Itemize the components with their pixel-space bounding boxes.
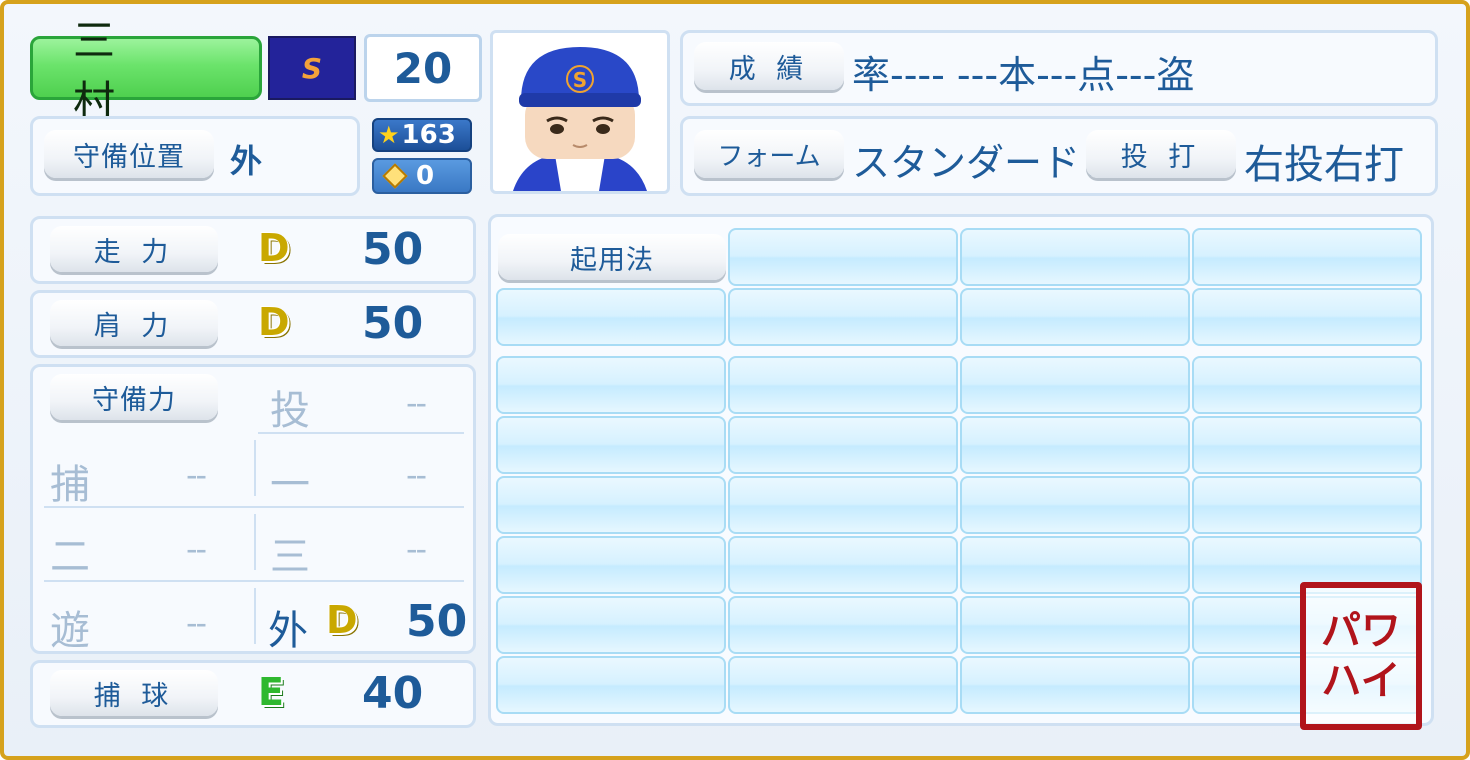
special-ability-slot — [728, 596, 958, 654]
special-ability-slot — [496, 536, 726, 594]
star-rating-value: 163 — [401, 120, 456, 150]
special-ability-slot — [496, 288, 726, 346]
special-ability-slot — [496, 656, 726, 714]
diamond-value: 0 — [416, 161, 435, 191]
special-ability-slot — [960, 656, 1190, 714]
special-ability-slot — [960, 416, 1190, 474]
stamp-line-2: ハイ — [1321, 658, 1401, 704]
svg-text:S: S — [573, 68, 587, 92]
team-logo: S — [268, 36, 356, 100]
position-value: 外 — [230, 142, 263, 180]
defense-val-first: -- — [406, 456, 427, 494]
defense-divider-vertical — [254, 440, 256, 496]
diamond-badge: 0 — [372, 158, 472, 194]
defense-divider-vertical — [254, 588, 256, 644]
special-ability-slot — [496, 356, 726, 414]
usage-label: 起用法 — [498, 234, 726, 280]
position-label: 守備位置 — [44, 130, 214, 178]
defense-pos-catcher: 捕 — [50, 462, 90, 508]
run-grade: D — [258, 226, 290, 270]
diamond-icon — [382, 163, 408, 189]
special-ability-slot — [728, 356, 958, 414]
defense-label: 守備力 — [50, 374, 218, 420]
defense-divider-vertical — [254, 514, 256, 570]
special-ability-slot — [496, 476, 726, 534]
catch-value: 40 — [362, 668, 424, 719]
player-name: 三 村 — [30, 16, 262, 126]
team-logo-letter: S — [301, 51, 323, 85]
arm-grade: D — [258, 300, 290, 344]
special-ability-slot — [496, 416, 726, 474]
stats-label: 成 績 — [694, 42, 844, 90]
catch-label: 捕 球 — [50, 670, 218, 716]
special-ability-slot — [960, 476, 1190, 534]
defense-val-second: -- — [186, 530, 207, 568]
form-label: フォーム — [694, 130, 844, 178]
throw-bat-value: 右投右打 — [1244, 142, 1404, 188]
stats-value: 率---- ---本---点---盗 — [852, 53, 1195, 97]
player-avatar-icon: S — [513, 47, 647, 191]
defense-grade-outfield: D — [326, 598, 358, 642]
special-ability-slot — [1192, 228, 1422, 286]
defense-val-catcher: -- — [186, 456, 207, 494]
special-ability-slot — [960, 356, 1190, 414]
run-label: 走 力 — [50, 226, 218, 272]
arm-value: 50 — [362, 298, 424, 349]
defense-pos-outfield: 外 — [268, 608, 308, 654]
defense-pos-short: 遊 — [50, 608, 90, 654]
special-ability-slot — [728, 416, 958, 474]
special-ability-slot — [728, 476, 958, 534]
special-ability-slot — [960, 228, 1190, 286]
star-rating-badge: ★ 163 — [372, 118, 472, 152]
defense-val-pitcher: -- — [406, 384, 427, 422]
defense-divider — [44, 506, 464, 508]
defense-pos-third: 三 — [270, 534, 310, 580]
special-ability-slot — [960, 288, 1190, 346]
special-ability-slot — [1192, 288, 1422, 346]
stamp-line-1: パワ — [1321, 608, 1401, 654]
special-ability-slot — [960, 536, 1190, 594]
special-ability-slot — [728, 288, 958, 346]
defense-divider — [44, 580, 464, 582]
arm-label: 肩 力 — [50, 300, 218, 346]
defense-pos-second: 二 — [50, 534, 90, 580]
defense-divider — [258, 432, 464, 434]
defense-val-short: -- — [186, 604, 207, 642]
special-ability-slot — [728, 228, 958, 286]
special-ability-slot — [1192, 356, 1422, 414]
special-ability-slot — [1192, 416, 1422, 474]
special-ability-slot — [1192, 476, 1422, 534]
run-value: 50 — [362, 224, 424, 275]
defense-pos-first: 一 — [270, 462, 310, 508]
special-ability-slot — [728, 536, 958, 594]
catch-grade: E — [258, 670, 284, 714]
player-portrait: S — [490, 30, 670, 194]
throw-bat-label: 投 打 — [1086, 130, 1236, 178]
defense-pos-pitcher: 投 — [270, 388, 310, 434]
special-ability-slot — [728, 656, 958, 714]
special-ability-slot — [960, 596, 1190, 654]
pawahai-stamp: パワ ハイ — [1300, 582, 1422, 730]
defense-val-outfield: 50 — [406, 596, 468, 647]
uniform-number: 20 — [364, 34, 482, 102]
form-value: スタンダード１ — [852, 141, 1119, 185]
special-ability-slot — [496, 596, 726, 654]
defense-val-third: -- — [406, 530, 427, 568]
star-icon: ★ — [378, 121, 400, 149]
